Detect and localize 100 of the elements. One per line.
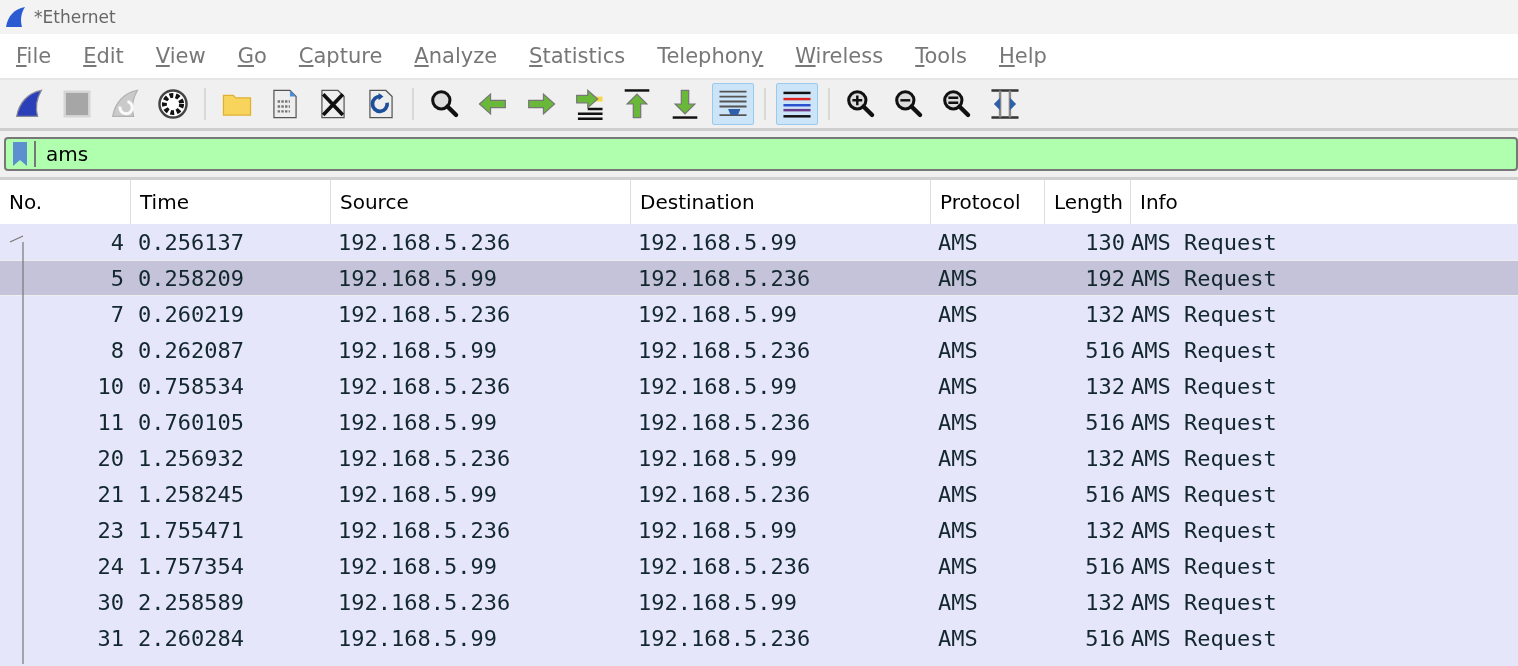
table-cell-text: 192.168.5.99 [637,301,798,327]
table-cell-text: 192.168.5.236 [337,229,512,255]
table-cell-text: AMS [937,373,979,399]
table-cell-text: AMS Request [1131,553,1278,579]
table-cell-text: 0.256137 [137,229,245,255]
table-cell-text: 1.256932 [137,445,245,471]
table-cell-text: AMS Request [1131,265,1278,291]
table-cell-text: 23 [96,517,125,543]
display-filter-field[interactable]: ams [4,137,1518,171]
menu-item[interactable]: Tools [915,44,967,68]
menu-item[interactable]: Statistics [529,44,626,68]
table-cell-text: 132 [1084,445,1126,471]
table-cell-text: 132 [1084,373,1126,399]
gear-icon [157,88,189,120]
table-cell-text: 1.757354 [137,553,245,579]
auto-scroll-button[interactable] [712,83,754,125]
table-cell-text: AMS [937,301,979,327]
table-cell-text: AMS [937,481,979,507]
packet-row[interactable]: 5 0.258209 192.168.5.99 192.168.5.236 AMS 192 AMS Request [0,260,1518,296]
resize-columns-icon [989,88,1021,120]
table-cell-text: 192.168.5.99 [337,409,498,435]
table-cell-text: AMS Request [1131,589,1278,615]
table-cell-text: AMS Request [1131,625,1278,651]
table-cell-text: 516 [1084,553,1126,579]
table-cell-text: 10 [96,373,125,399]
table-cell-text: 192.168.5.236 [637,337,812,363]
table-cell-text: 192.168.5.236 [337,589,512,615]
zoom-out-icon [893,88,925,120]
table-cell-text: 192.168.5.99 [637,229,798,255]
menu-item[interactable]: Capture [298,44,383,68]
table-cell-text: 0.262087 [137,337,245,363]
table-cell-text: 192.168.5.236 [337,517,512,543]
table-cell-text: AMS Request [1131,445,1278,471]
table-cell-text: 192.168.5.99 [337,265,498,291]
table-cell-text: 516 [1084,409,1126,435]
table-cell-text: 2.260284 [137,625,245,651]
menu-item[interactable]: Telephony [657,44,764,68]
shark-fin-icon [4,6,26,28]
table-cell-text: 0.760105 [137,409,245,435]
table-cell-text: AMS [937,589,979,615]
table-cell-text: 192.168.5.236 [637,625,812,651]
start-capture-icon [13,88,45,120]
menu-item[interactable]: View [155,44,206,68]
restart-capture-icon [109,88,141,120]
menu-item[interactable]: Wireless [795,44,884,68]
table-cell-text: 192 [1084,265,1126,291]
table-cell-text: 192.168.5.236 [337,445,512,471]
table-cell-text: 0.260219 [137,301,245,327]
menu-item[interactable]: File [16,44,52,68]
table-cell-text: 132 [1084,517,1126,543]
table-cell-text: 192.168.5.99 [337,625,498,651]
table-cell-text: 21 [96,481,125,507]
table-cell-text: AMS [937,553,979,579]
table-cell-text: 192.168.5.236 [637,481,812,507]
table-cell-text: 0.258209 [137,265,245,291]
zoom-in-icon [845,88,877,120]
zoom-reset-icon [941,88,973,120]
table-cell-text: 516 [1084,625,1126,651]
table-cell-text: 31 [96,625,125,651]
table-cell-text: 192.168.5.99 [637,517,798,543]
menu-item[interactable]: Edit [83,44,124,68]
table-cell-text: AMS [937,229,979,255]
table-cell-text: 192.168.5.236 [637,265,812,291]
table-cell-text: 1.258245 [137,481,245,507]
table-cell-text: 192.168.5.99 [337,481,498,507]
table-cell-text: AMS Request [1131,337,1278,363]
table-cell-text: AMS [937,337,979,363]
table-cell-text: 516 [1084,337,1126,363]
table-cell-text: 4 [109,229,125,255]
table-cell-text: 20 [96,445,125,471]
table-cell-text: 192.168.5.99 [337,337,498,363]
search-icon [429,88,461,120]
table-cell-text: AMS Request [1131,481,1278,507]
table-cell-text: 132 [1084,301,1126,327]
table-cell-text: AMS Request [1131,517,1278,543]
table-cell-text: 192.168.5.99 [637,373,798,399]
table-cell-text: 2.258589 [137,589,245,615]
table-cell-text: 192.168.5.99 [337,553,498,579]
menu-item[interactable]: Go [237,44,267,68]
table-cell-text: 516 [1084,481,1126,507]
table-cell-text: 5 [109,265,125,291]
table-cell-text: AMS Request [1131,301,1278,327]
table-cell-text: AMS Request [1131,229,1278,255]
table-cell-text: 8 [109,337,125,363]
table-cell-text: 192.168.5.236 [637,553,812,579]
table-cell-text: 0.758534 [137,373,245,399]
table-cell-text: 7 [109,301,125,327]
table-cell-text: 132 [1084,589,1126,615]
go-to-packet-icon [573,88,605,120]
colored-lines-button[interactable] [776,83,818,125]
table-cell-text: 192.168.5.236 [337,373,512,399]
table-cell-text: 24 [96,553,125,579]
menu-item[interactable]: Analyze [414,44,498,68]
table-cell-text: AMS Request [1131,409,1278,435]
table-cell-text: AMS [937,409,979,435]
menu-item[interactable]: Help [998,44,1047,68]
window-title: *Ethernet [34,7,116,27]
table-cell-text: 130 [1084,229,1126,255]
table-cell-text: 192.168.5.236 [337,301,512,327]
table-cell-text: 11 [96,409,125,435]
